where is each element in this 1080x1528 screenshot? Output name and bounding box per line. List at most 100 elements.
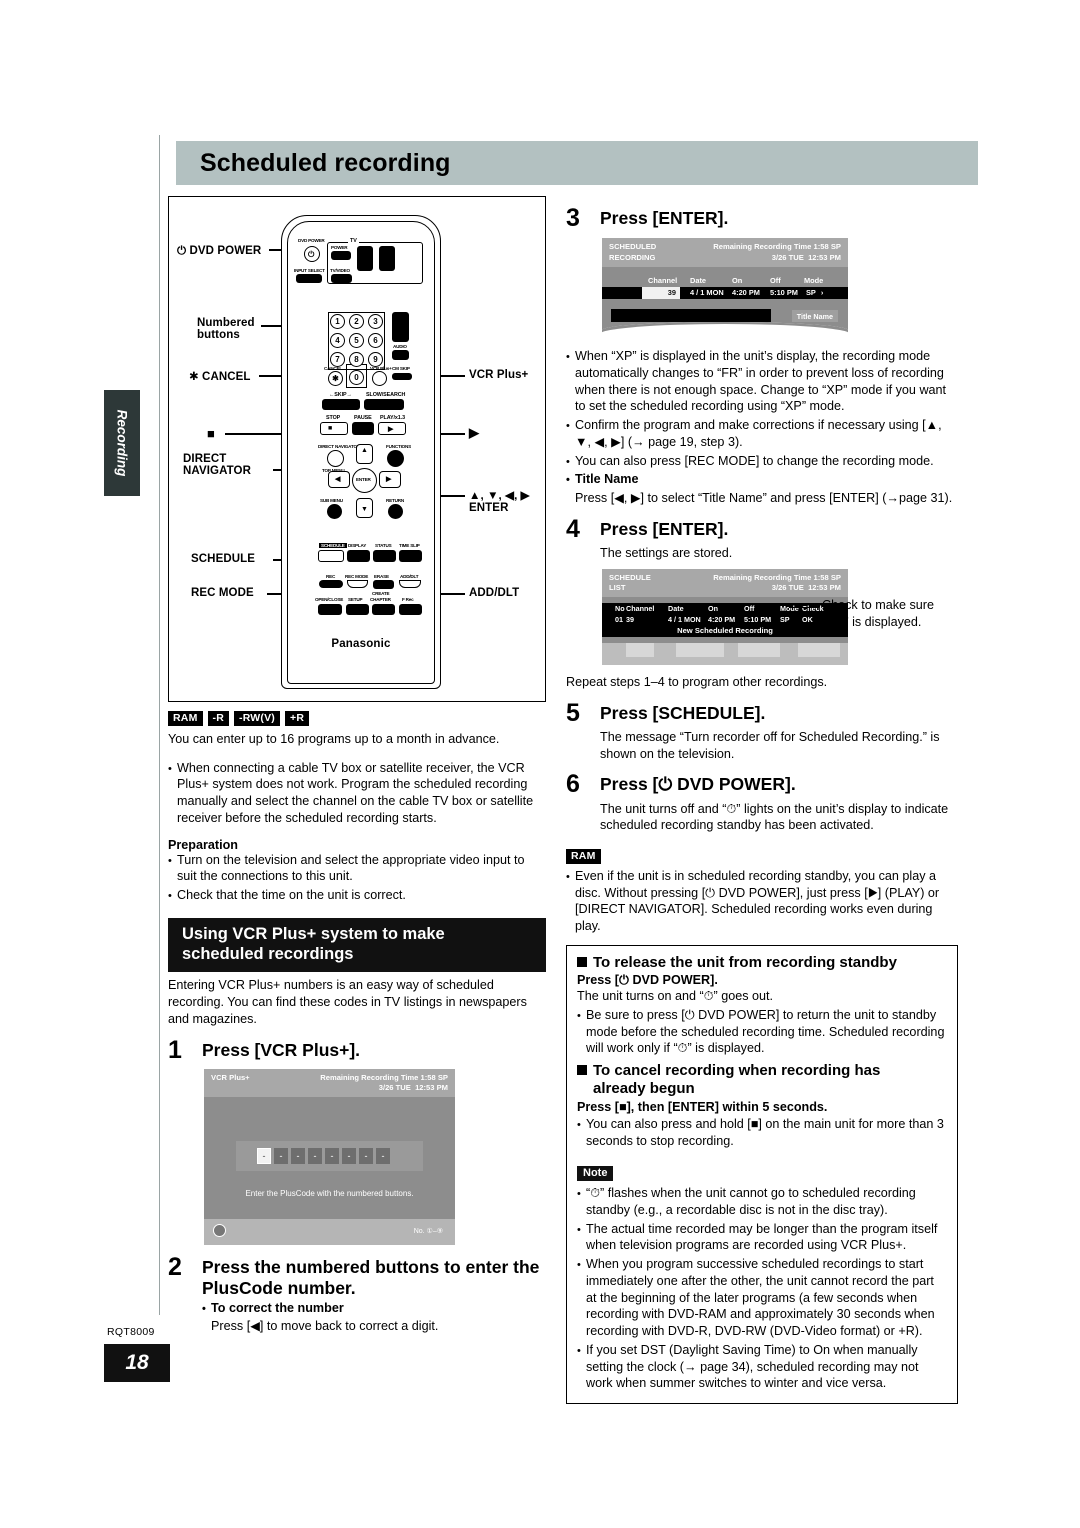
- key-label-functions: FUNCTIONS: [386, 444, 411, 449]
- list-item: Title Name: [566, 471, 958, 488]
- pluscode-digit[interactable]: -: [257, 1147, 271, 1164]
- vcr-plus-section-intro: Entering VCR Plus+ numbers is an easy wa…: [168, 978, 527, 1026]
- arrow-left-icon: ◀: [335, 476, 341, 483]
- pluscode-digit[interactable]: -: [376, 1147, 390, 1164]
- cm-skip-button[interactable]: [392, 373, 412, 380]
- rec-button[interactable]: [319, 580, 343, 588]
- key-label-create: CREATE: [372, 591, 390, 596]
- key-label-tv: TV: [348, 238, 359, 244]
- column-header-date: Date: [690, 275, 707, 285]
- audio-button[interactable]: [392, 350, 409, 360]
- setup-button[interactable]: [346, 604, 369, 615]
- remote-shell: DVD POWER ⏻ TV POWER INPUT SELECT TV/VID…: [281, 215, 441, 689]
- square-bullet-icon: [577, 1065, 587, 1076]
- osd-title-input-bar[interactable]: [611, 309, 771, 323]
- osd-table-row[interactable]: 39 4 / 1 MON 4:20 PM 5:10 PM SP ›: [602, 286, 848, 299]
- number-button-3[interactable]: 3: [368, 314, 383, 329]
- osd-schedule-list: SCHEDULE LIST Remaining Recording Time 1:…: [602, 568, 848, 665]
- step-3-bullets: When “XP” is displayed in the unit’s dis…: [566, 348, 958, 507]
- step-number: 4: [566, 514, 580, 543]
- erase-button[interactable]: [373, 580, 394, 589]
- display-button[interactable]: [347, 550, 370, 562]
- number-button-2[interactable]: 2: [349, 314, 364, 329]
- number-button-4[interactable]: 4: [330, 333, 345, 348]
- step-text: Press the numbered buttons to enter the …: [202, 1256, 540, 1299]
- sub-menu-button[interactable]: [327, 504, 342, 519]
- add-dlt-button[interactable]: [399, 580, 421, 588]
- key-label-open-close: OPEN/CLOSE: [315, 597, 344, 602]
- osd-table-row[interactable]: 01 39 4 / 1 MON 4:20 PM 5:10 PM SP OK: [602, 611, 848, 628]
- step-text: Press [ENTER].: [600, 518, 729, 539]
- schedule-button[interactable]: [318, 550, 344, 562]
- pluscode-digit[interactable]: -: [325, 1147, 339, 1164]
- osd-footer: No. ①–⑨: [204, 1218, 455, 1245]
- pause-button[interactable]: [352, 422, 374, 435]
- create-chapter-button[interactable]: [372, 604, 395, 615]
- pluscode-digit[interactable]: -: [308, 1147, 322, 1164]
- channel-value[interactable]: 39: [642, 286, 680, 299]
- channel-selector-button[interactable]: [392, 312, 409, 342]
- key-label-slow-search: SLOW/SEARCH: [366, 392, 406, 398]
- pluscode-digit[interactable]: -: [274, 1147, 288, 1164]
- pluscode-entry-field[interactable]: - - - - - - - -: [236, 1140, 423, 1171]
- number-button-8[interactable]: 8: [349, 352, 364, 367]
- step-text: Press [ENTER].: [600, 208, 729, 228]
- key-label-erase: ERASE: [374, 574, 389, 579]
- osd-vcr-plus: VCR Plus+ Remaining Recording Time 1:58 …: [204, 1068, 455, 1245]
- tv-power-button[interactable]: [331, 251, 351, 260]
- number-button-1[interactable]: 1: [330, 314, 345, 329]
- status-button[interactable]: [373, 550, 396, 562]
- tv-video-button[interactable]: [331, 274, 352, 283]
- slow-search-button[interactable]: [364, 399, 404, 410]
- channel-up-down-button[interactable]: [357, 246, 373, 271]
- step-4-repeat-text: Repeat steps 1–4 to program other record…: [566, 674, 828, 689]
- ram-badge: RAM: [566, 846, 958, 865]
- time-slip-button[interactable]: [399, 550, 422, 562]
- step-number: 2: [168, 1252, 182, 1281]
- pluscode-digit[interactable]: -: [342, 1147, 356, 1164]
- list-item: The actual time recorded may be longer t…: [577, 1221, 947, 1254]
- new-scheduled-recording-row[interactable]: New Scheduled Recording: [602, 625, 848, 638]
- osd-remaining: Remaining Recording Time 1:58 SP 3/26 TU…: [713, 242, 841, 262]
- number-button-6[interactable]: 6: [368, 333, 383, 348]
- osd-fade-edge: [602, 322, 848, 339]
- return-button[interactable]: [388, 504, 403, 519]
- step-3: 3 Press [ENTER].: [566, 205, 958, 232]
- osd-footer: [602, 642, 848, 665]
- title-name-button[interactable]: Title Name: [791, 310, 838, 323]
- key-label-play: PLAY/x1.3: [380, 415, 405, 421]
- remote-body: DVD POWER ⏻ TV POWER INPUT SELECT TV/VID…: [281, 209, 441, 693]
- input-select-button[interactable]: [296, 274, 322, 283]
- document-code: RQT8009: [107, 1326, 155, 1338]
- pluscode-digit[interactable]: -: [359, 1147, 373, 1164]
- column-divider: [159, 135, 160, 1315]
- functions-button[interactable]: [387, 450, 404, 467]
- key-label-stop: STOP: [326, 415, 341, 421]
- number-button-5[interactable]: 5: [349, 333, 364, 348]
- page-title: Scheduled recording: [200, 148, 451, 177]
- badge-ram: RAM: [566, 849, 601, 865]
- volume-button[interactable]: [379, 246, 395, 271]
- number-button-0[interactable]: 0: [349, 370, 364, 385]
- direct-navigator-button[interactable]: [327, 450, 344, 467]
- skip-button[interactable]: [322, 399, 360, 410]
- osd-remaining: Remaining Recording Time 1:58 SP 3/26 TU…: [713, 572, 841, 593]
- rec-mode-button[interactable]: [347, 580, 368, 588]
- cancel-button[interactable]: ✱: [328, 371, 343, 386]
- title-name-instruction: Press [◀, ▶] to select “Title Name” and …: [575, 491, 953, 506]
- list-item: Be sure to press [⏻ DVD POWER] to return…: [577, 1007, 947, 1057]
- f-rec-button[interactable]: [399, 604, 422, 615]
- date-value: 4 / 1 MON: [690, 288, 724, 298]
- pluscode-digit[interactable]: -: [291, 1147, 305, 1164]
- column-header-mode: Mode: [804, 275, 824, 285]
- key-label-add-dlt: ADD/DLT: [400, 574, 419, 579]
- osd-header: SCHEDULED RECORDING Remaining Recording T…: [602, 238, 848, 267]
- vcr-plus-button[interactable]: [372, 371, 387, 386]
- callout-dvd-power: ⏻ DVD POWER: [177, 243, 262, 257]
- stop-button[interactable]: [320, 422, 348, 435]
- open-close-button[interactable]: [318, 604, 342, 615]
- osd-footer-hint: No. ①–⑨: [413, 1227, 443, 1235]
- arrow-right-icon: ▶: [386, 476, 392, 483]
- number-button-7[interactable]: 7: [330, 352, 345, 367]
- number-button-9[interactable]: 9: [368, 352, 383, 367]
